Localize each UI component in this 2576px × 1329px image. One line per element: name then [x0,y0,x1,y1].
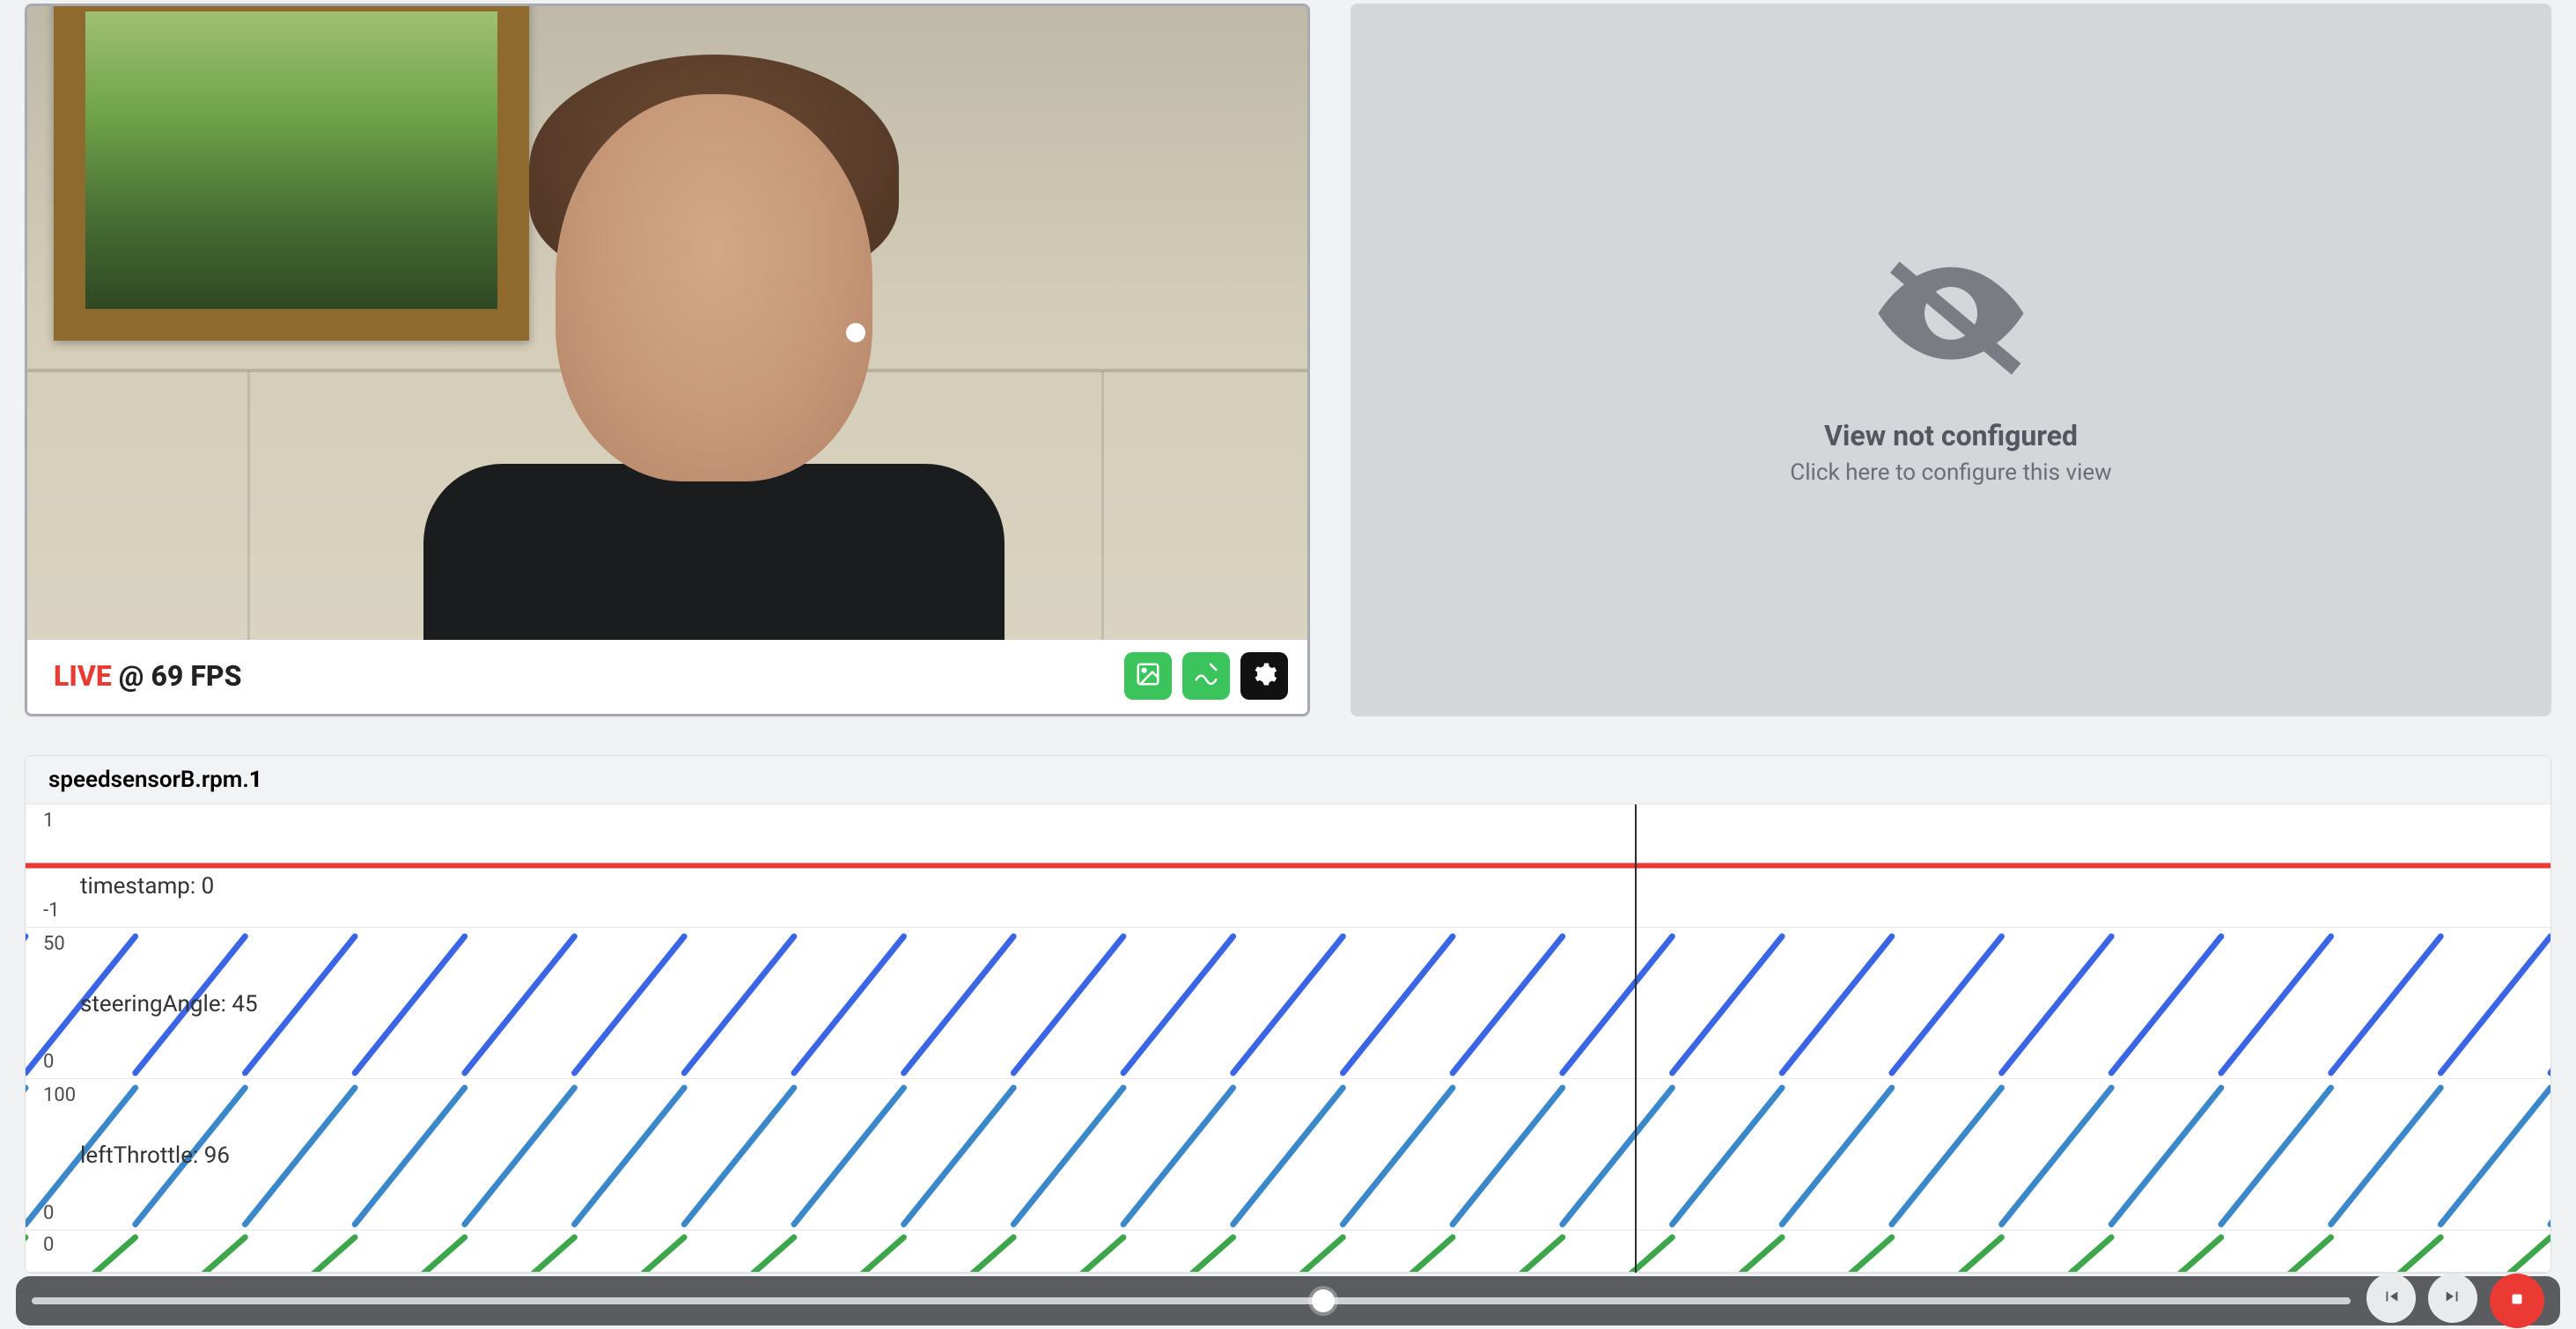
unconfigured-subtitle: Click here to configure this view [1790,459,2111,486]
step-forward-button[interactable] [2428,1274,2477,1323]
lane-plot [26,1230,2550,1272]
lane-plot [26,804,2550,927]
skip-forward-icon [2443,1287,2462,1310]
lane-plot [26,1079,2550,1230]
playback-handle[interactable] [1312,1289,1335,1312]
camera-footer: LIVE @ 69 FPS [27,640,1307,714]
gear-icon [1251,661,1277,691]
record-stop-button[interactable] [2490,1274,2544,1328]
playback-track[interactable] [32,1297,2351,1304]
scribble-icon [1193,661,1219,691]
chart-title-prefix: speedsensorB.rpm. [48,767,249,793]
camera-settings-button[interactable] [1240,652,1288,700]
timeseries-panel: speedsensorB.rpm.1 1 -1 timestamp: 0 50 … [25,755,2551,1274]
eye-off-icon [1863,234,2039,396]
lane-timestamp[interactable]: 1 -1 timestamp: 0 [26,804,2550,928]
background-painting [54,6,529,341]
chart-title: speedsensorB.rpm.1 [26,756,2550,804]
person-face [556,94,872,481]
chart-cursor[interactable] [1635,804,1637,1273]
lane-label: timestamp: 0 [80,873,214,899]
person-torso [423,464,1005,640]
lane-left-throttle[interactable]: 100 0 leftThrottle: 96 [26,1079,2550,1230]
lane-plot [26,928,2550,1078]
image-icon [1135,661,1161,691]
snapshot-button[interactable] [1124,652,1172,700]
chart-lanes[interactable]: 1 -1 timestamp: 0 50 0 steeringAngle: 45… [26,804,2550,1273]
live-text: LIVE [54,659,112,693]
wall-tile-joint [1101,371,1104,640]
person-earbud [846,323,865,342]
fps-text: @ 69 FPS [119,659,242,693]
step-back-button[interactable] [2366,1274,2416,1323]
unconfigured-view-panel[interactable]: View not configured Click here to config… [1351,4,2551,716]
chart-title-suffix: 1 [249,767,262,793]
camera-panel: LIVE @ 69 FPS [25,4,1310,716]
unconfigured-title: View not configured [1824,419,2078,452]
wall-tile-joint [247,371,250,640]
stop-icon [2507,1289,2527,1312]
live-fps-label: LIVE @ 69 FPS [54,659,241,693]
lane-steering-angle[interactable]: 50 0 steeringAngle: 45 [26,928,2550,1079]
camera-view[interactable] [27,6,1307,640]
playback-bar [16,1276,2560,1325]
lane-label: steeringAngle: 45 [80,991,258,1017]
lane-label: leftThrottle: 96 [80,1142,230,1169]
lane-extra[interactable]: 0 [26,1230,2550,1273]
annotate-button[interactable] [1182,652,1230,700]
skip-back-icon [2381,1287,2401,1310]
